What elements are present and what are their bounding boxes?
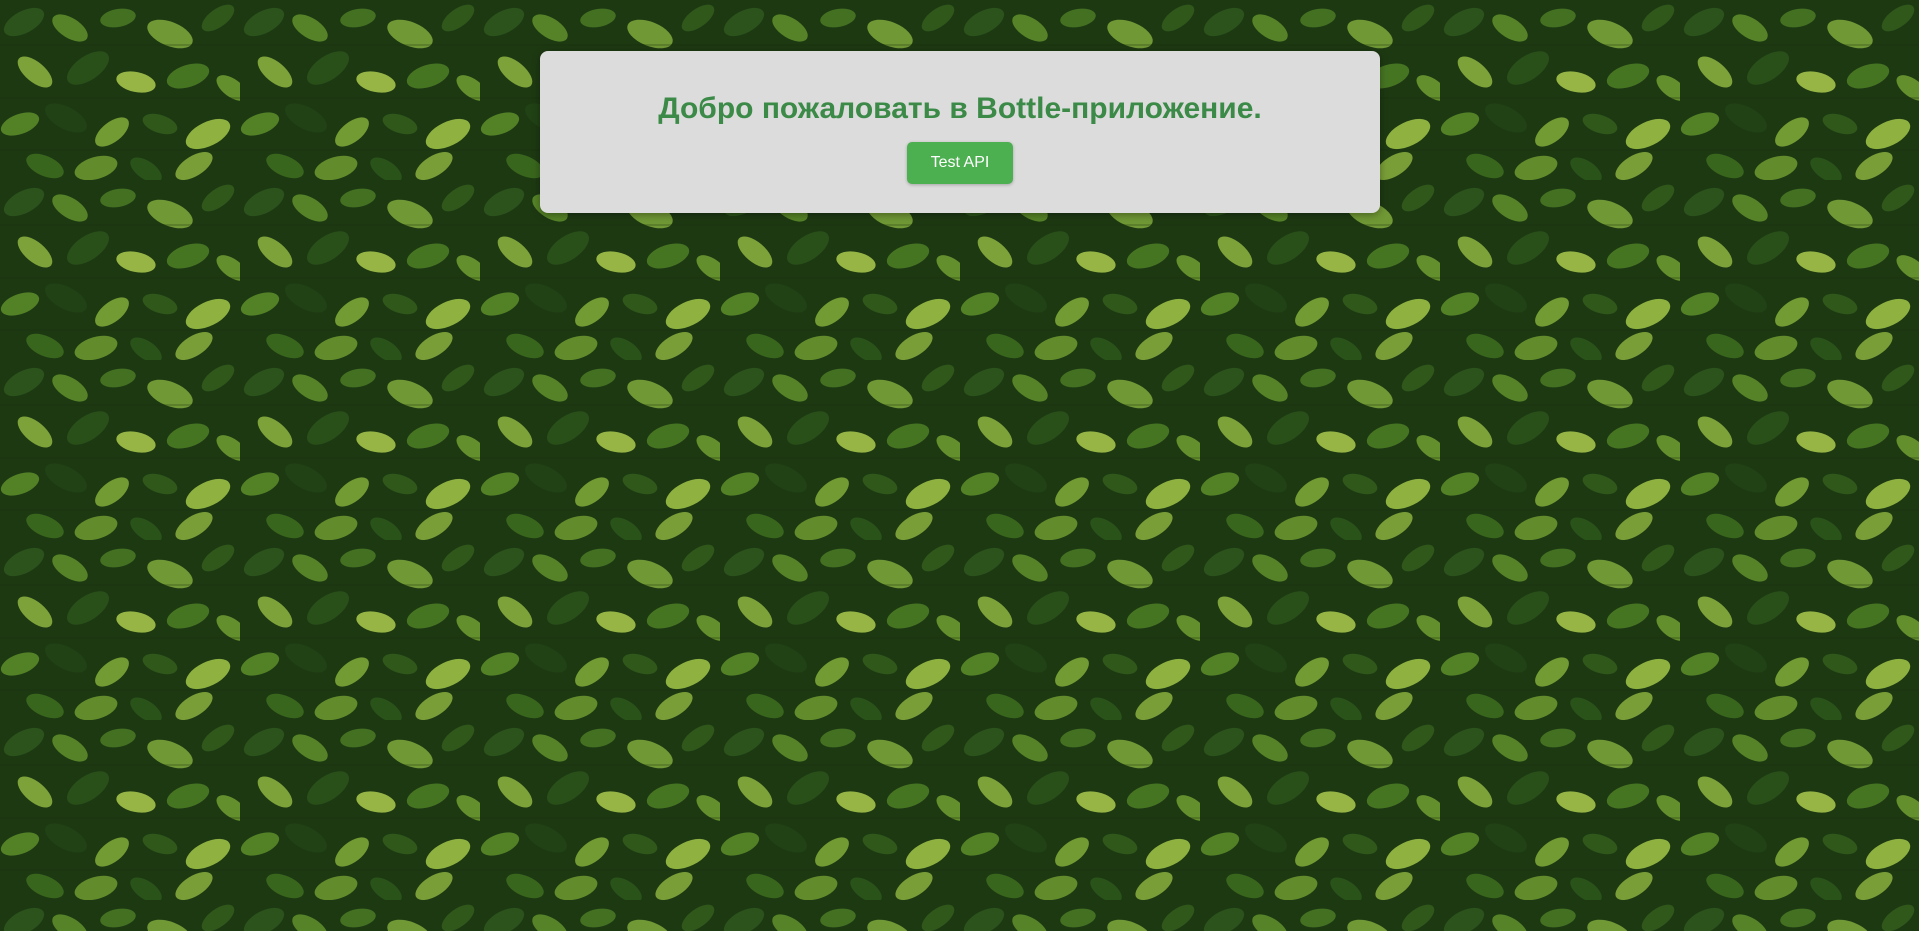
welcome-panel: Добро пожаловать в Bottle-приложение. Te… [540, 51, 1380, 213]
page-title: Добро пожаловать в Bottle-приложение. [658, 92, 1262, 125]
test-api-button[interactable]: Test API [907, 142, 1013, 184]
